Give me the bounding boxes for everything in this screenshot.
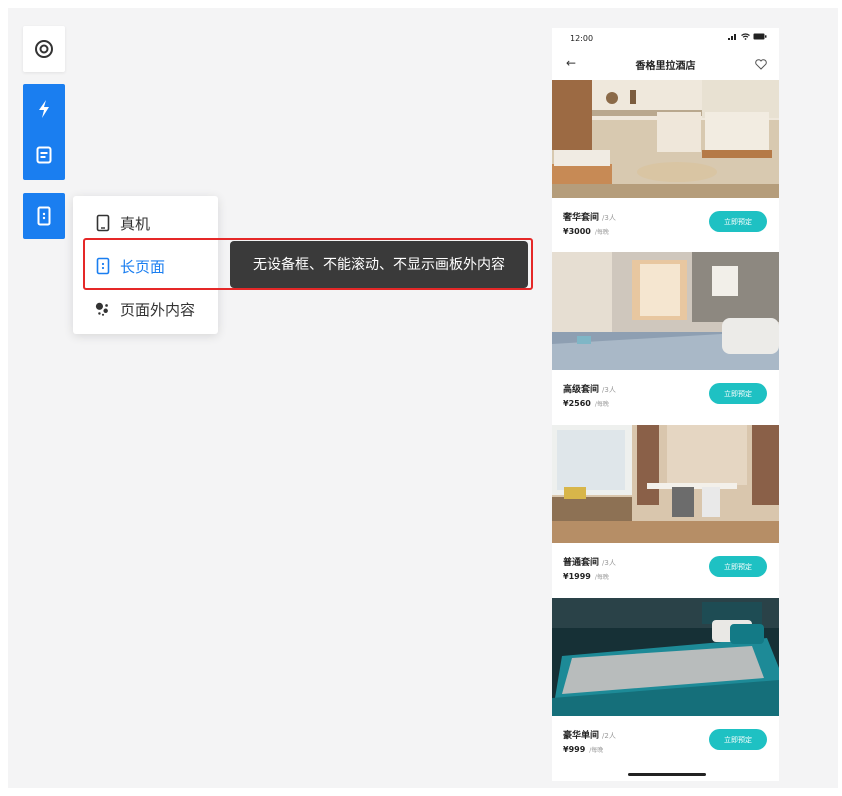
lightning-icon xyxy=(39,100,49,118)
lightning-button[interactable] xyxy=(23,86,65,132)
price-unit: /每晚 xyxy=(594,229,609,236)
room-photo xyxy=(552,80,779,198)
battery-icon xyxy=(753,33,767,40)
room-info: 普通套间/3人 ¥1999/每晚 立即预定 xyxy=(552,543,779,597)
room-name: 豪华单间 xyxy=(563,731,600,741)
menu-item-outside-content[interactable]: 页面外内容 xyxy=(73,289,218,329)
room-name: 普通套间 xyxy=(563,558,600,568)
room-price: ¥2560 xyxy=(563,399,591,408)
room-info: 豪华单间/2人 ¥999/每晚 立即预定 xyxy=(552,716,779,770)
status-bar: 12:00 xyxy=(552,28,779,50)
phone-outline-icon xyxy=(95,214,111,232)
phone-preview: 12:00 ← 香格里拉酒店 奢华套间 /3人 ¥3000 /每晚 立即预定 高… xyxy=(552,28,779,781)
hotel-title: 香格里拉酒店 xyxy=(635,61,696,72)
status-icons xyxy=(728,33,767,40)
nav-bar: ← 香格里拉酒店 xyxy=(552,50,779,80)
book-now-button[interactable]: 立即预定 xyxy=(709,729,767,750)
room-name: 奢华套间 xyxy=(563,213,600,223)
room-name: 高级套间 xyxy=(563,385,600,395)
status-time: 12:00 xyxy=(570,34,594,43)
room-capacity: /2人 xyxy=(602,732,616,740)
wifi-icon xyxy=(741,33,750,40)
menu-item-label: 页面外内容 xyxy=(120,300,196,319)
price-unit: /每晚 xyxy=(594,401,609,408)
home-indicator xyxy=(628,773,706,776)
menu-item-real-device[interactable]: 真机 xyxy=(73,203,218,243)
document-icon xyxy=(36,146,52,164)
device-mode-button[interactable] xyxy=(23,193,65,239)
long-page-icon xyxy=(37,206,51,226)
room-info: 奢华套间/3人 ¥3000/每晚 立即预定 xyxy=(552,198,779,252)
room-card: 高级套间/3人 ¥2560/每晚 立即预定 xyxy=(552,252,779,425)
book-now-button[interactable]: 立即预定 xyxy=(709,383,767,404)
room-capacity: /3人 xyxy=(602,386,616,394)
room-photo xyxy=(552,598,779,716)
target-button[interactable] xyxy=(23,26,65,72)
room-card: 奢华套间/3人 ¥3000/每晚 立即预定 xyxy=(552,80,779,252)
book-now-button[interactable]: 立即预定 xyxy=(709,211,767,232)
document-button[interactable] xyxy=(23,132,65,178)
room-capacity: /3人 xyxy=(602,214,616,222)
room-photo xyxy=(552,252,779,370)
price-unit: /每晚 xyxy=(594,574,609,581)
heart-icon[interactable] xyxy=(755,55,767,74)
room-price: ¥999 xyxy=(563,745,586,754)
room-photo xyxy=(552,425,779,543)
price-unit: /每晚 xyxy=(589,747,604,754)
room-info: 高级套间/3人 ¥2560/每晚 立即预定 xyxy=(552,370,779,424)
book-now-button[interactable]: 立即预定 xyxy=(709,556,767,577)
room-price: ¥3000 xyxy=(563,227,591,236)
tooltip: 无设备框、不能滚动、不显示画板外内容 xyxy=(230,241,528,288)
tooltip-text: 无设备框、不能滚动、不显示画板外内容 xyxy=(253,256,505,273)
menu-item-label: 真机 xyxy=(120,214,151,233)
overflow-dots-icon xyxy=(95,300,111,318)
target-icon xyxy=(35,40,53,58)
room-card: 豪华单间/2人 ¥999/每晚 立即预定 xyxy=(552,598,779,770)
room-card: 普通套间/3人 ¥1999/每晚 立即预定 xyxy=(552,425,779,598)
signal-icon xyxy=(728,34,736,40)
room-capacity: /3人 xyxy=(602,559,616,567)
toolbar-group xyxy=(23,84,65,180)
room-price: ¥1999 xyxy=(563,572,591,581)
